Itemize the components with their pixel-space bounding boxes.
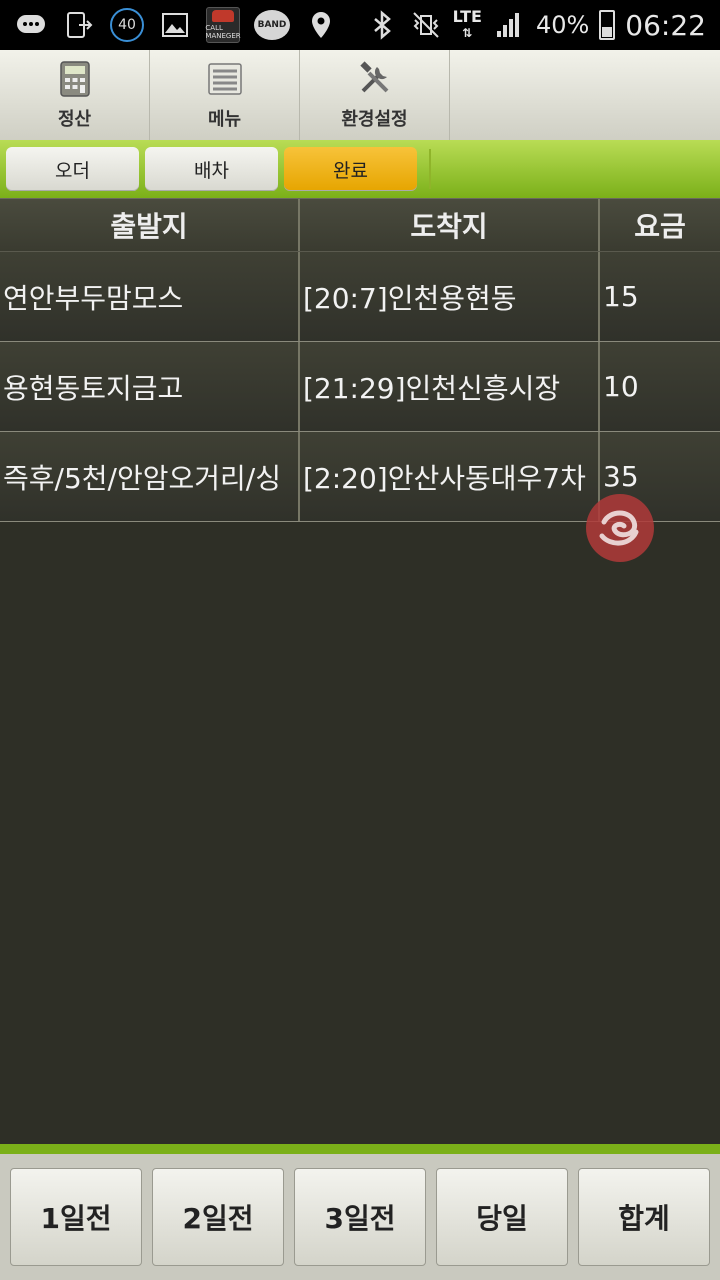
notification-count-icon: 40: [110, 8, 144, 42]
vibrate-mute-icon: [409, 8, 443, 42]
cell-origin: 즉후/5천/안암오거리/싱: [0, 432, 300, 521]
network-type-label: LTE ⇅: [452, 7, 482, 41]
header-destination: 도착지: [300, 199, 600, 251]
menu-settings-label: 환경설정: [341, 109, 408, 130]
battery-icon: [599, 10, 616, 40]
cell-destination: [21:29]인천신흥시장: [300, 342, 600, 431]
cell-origin: 용현동토지금고: [0, 342, 300, 431]
menu-menu-label: 메뉴: [207, 109, 242, 130]
header-fare: 요금: [634, 210, 686, 243]
two-days-ago-button[interactable]: 2일전: [152, 1168, 284, 1266]
header-origin: 출발지: [0, 199, 300, 251]
image-icon: [158, 8, 192, 42]
three-days-ago-button[interactable]: 3일전: [294, 1168, 426, 1266]
menu-settings[interactable]: 환경설정: [300, 50, 450, 140]
calculator-icon: [59, 61, 90, 97]
menu-settlement[interactable]: 정산: [0, 50, 150, 140]
signal-icon: [492, 8, 526, 42]
tab-completed[interactable]: 완료: [284, 147, 417, 191]
status-bar: 40 CALL MANEGER BAND LTE ⇅ 40% 06:22: [0, 0, 720, 50]
top-menu: 정산 메뉴 환경설정: [0, 50, 720, 140]
table-header: 출발지 도착지 요금: [0, 198, 720, 252]
list-icon: [207, 63, 242, 95]
clock: 06:22: [625, 8, 706, 42]
call-app-label: CALL MANEGER: [205, 24, 241, 40]
floating-app-emblem-icon[interactable]: [584, 492, 656, 564]
battery-percent: 40%: [535, 11, 590, 39]
cell-fare: 10: [603, 370, 639, 403]
table-row[interactable]: 용현동토지금고 [21:29]인천신흥시장 10: [0, 342, 720, 432]
completed-orders-table: 출발지 도착지 요금 연안부두맘모스 [20:7]인천용현동 15 용현동토지금…: [0, 198, 720, 522]
date-filter-bar: 1일전 2일전 3일전 당일 합계: [0, 1144, 720, 1280]
tab-dispatch[interactable]: 배차: [145, 147, 278, 191]
cell-destination: [20:7]인천용현동: [300, 252, 600, 341]
cell-origin: 연안부두맘모스: [0, 252, 300, 341]
call-maneger-app-icon: CALL MANEGER: [205, 7, 241, 43]
one-day-ago-button[interactable]: 1일전: [10, 1168, 142, 1266]
menu-settlement-label: 정산: [57, 109, 92, 130]
band-app-icon: BAND: [254, 10, 290, 40]
table-row[interactable]: 연안부두맘모스 [20:7]인천용현동 15: [0, 252, 720, 342]
cell-destination: [2:20]안산사동대우7차: [300, 432, 600, 521]
total-button[interactable]: 합계: [578, 1168, 710, 1266]
chat-icon: [14, 8, 48, 42]
bluetooth-icon: [365, 8, 399, 42]
tab-divider: [429, 149, 431, 189]
tools-icon: [359, 61, 388, 93]
tab-order[interactable]: 오더: [6, 147, 139, 191]
location-icon: [304, 8, 338, 42]
menu-menu[interactable]: 메뉴: [150, 50, 300, 140]
screen-share-icon: [62, 8, 96, 42]
today-button[interactable]: 당일: [436, 1168, 568, 1266]
cell-fare: 15: [603, 280, 639, 313]
tab-bar: 오더 배차 완료: [0, 140, 720, 198]
